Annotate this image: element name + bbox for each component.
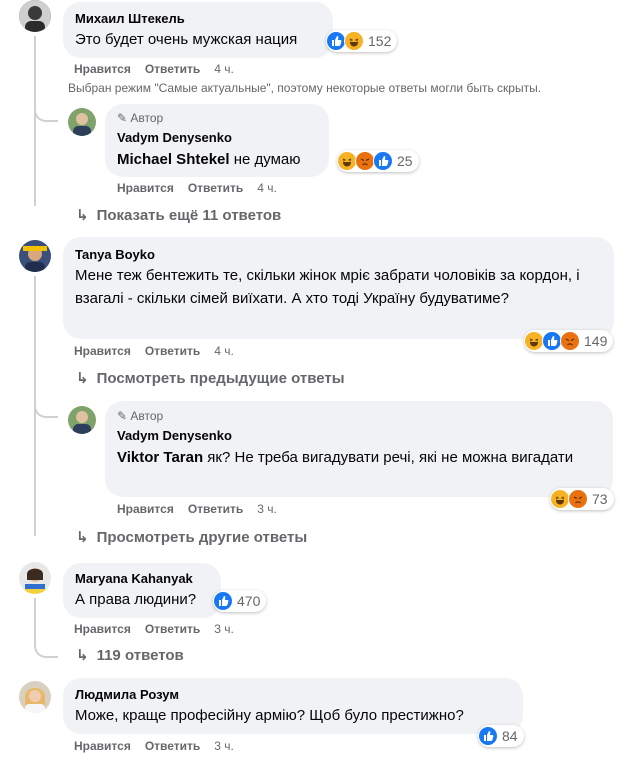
reactions-summary[interactable]: 149 [524, 330, 614, 352]
like-link[interactable]: Нравится [74, 739, 131, 753]
pencil-icon: ✎ [117, 111, 128, 125]
avatar[interactable] [19, 0, 51, 32]
comment-text: Може, краще професійну армію? Щоб було п… [75, 707, 464, 724]
mention-link[interactable]: Michael Shtekel [117, 151, 230, 168]
haha-icon [550, 489, 570, 509]
avatar[interactable] [19, 562, 51, 594]
angry-icon [568, 489, 588, 509]
like-link[interactable]: Нравится [74, 622, 131, 636]
reaction-count: 73 [592, 491, 608, 507]
like-link[interactable]: Нравится [117, 181, 174, 195]
like-icon [478, 726, 498, 746]
like-icon [373, 151, 393, 171]
timestamp[interactable]: 4 ч. [257, 181, 277, 195]
timestamp[interactable]: 4 ч. [214, 344, 234, 358]
comment-actions: Нравится Ответить 4 ч. [117, 181, 291, 195]
comment-author[interactable]: Vadym Denysenko [117, 130, 232, 145]
avatar[interactable] [68, 108, 96, 136]
reply-link[interactable]: Ответить [145, 62, 200, 76]
timestamp[interactable]: 4 ч. [214, 62, 234, 76]
thread-line [34, 36, 36, 206]
reactions-summary[interactable]: 84 [478, 725, 524, 747]
angry-icon [560, 331, 580, 351]
reaction-count: 470 [237, 593, 261, 609]
reaction-count: 149 [584, 333, 608, 349]
avatar[interactable] [68, 406, 96, 434]
mention-link[interactable]: Viktor Taran [117, 449, 203, 466]
comment-actions: Нравится Ответить 3 ч. [117, 502, 291, 516]
comment-actions: Нравится Ответить 4 ч. [74, 344, 248, 358]
like-icon [213, 591, 233, 611]
reply-link[interactable]: Ответить [145, 344, 200, 358]
reaction-count: 152 [368, 33, 392, 49]
reactions-summary[interactable]: 25 [337, 150, 419, 172]
pencil-icon: ✎ [117, 409, 128, 423]
haha-icon [524, 331, 544, 351]
sort-notice: Выбран режим "Самые актуальные", поэтому… [68, 81, 542, 95]
reaction-count: 25 [397, 153, 413, 169]
comment-text: Мене теж бентежить те, скільки жінок мрі… [75, 267, 580, 307]
thread-connector [34, 100, 58, 122]
comment-actions: Нравится Ответить 4 ч. [74, 62, 248, 76]
reply-link[interactable]: Ответить [188, 181, 243, 195]
author-badge: ✎ Автор [117, 111, 164, 125]
timestamp[interactable]: 3 ч. [214, 622, 234, 636]
thread-connector [34, 400, 58, 418]
comment-text: Michael Shtekel не думаю [117, 151, 301, 168]
comment-actions: Нравится Ответить 3 ч. [74, 739, 248, 753]
reply-arrow-icon: ↳ [76, 207, 89, 224]
like-icon [542, 331, 562, 351]
reaction-count: 84 [502, 728, 518, 744]
avatar[interactable] [19, 240, 51, 272]
haha-icon [337, 151, 357, 171]
avatar[interactable] [19, 681, 51, 713]
reply-link[interactable]: Ответить [145, 739, 200, 753]
like-icon [326, 31, 346, 51]
comment-author[interactable]: Людмила Розум [75, 687, 179, 702]
comment-text: Это будет очень мужская нация [75, 31, 298, 48]
haha-icon [344, 31, 364, 51]
reply-arrow-icon: ↳ [76, 370, 89, 387]
comment-text: Viktor Taran як? Не треба вигадувати реч… [117, 449, 574, 466]
reply-arrow-icon: ↳ [76, 647, 89, 664]
thread-connector [34, 636, 58, 658]
comment-author[interactable]: Михаил Штекель [75, 11, 185, 26]
show-more-replies[interactable]: ↳ Показать ещё 11 ответов [76, 206, 281, 224]
comment-text: А права людини? [75, 591, 197, 608]
reply-link[interactable]: Ответить [188, 502, 243, 516]
comment-author[interactable]: Maryana Kahanyak [75, 571, 193, 586]
like-link[interactable]: Нравится [117, 502, 174, 516]
timestamp[interactable]: 3 ч. [214, 739, 234, 753]
angry-icon [355, 151, 375, 171]
like-link[interactable]: Нравится [74, 344, 131, 358]
reply-link[interactable]: Ответить [145, 622, 200, 636]
reactions-summary[interactable]: 73 [550, 488, 614, 510]
comment-author[interactable]: Tanya Boyko [75, 247, 155, 262]
comment-author[interactable]: Vadym Denysenko [117, 428, 232, 443]
reactions-summary[interactable]: 152 [326, 30, 398, 52]
reply-arrow-icon: ↳ [76, 529, 89, 546]
timestamp[interactable]: 3 ч. [257, 502, 277, 516]
view-previous-replies[interactable]: ↳ Посмотреть предыдущие ответы [76, 369, 345, 387]
view-119-replies[interactable]: ↳ 119 ответов [76, 646, 184, 664]
reactions-summary[interactable]: 470 [213, 590, 267, 612]
like-link[interactable]: Нравится [74, 62, 131, 76]
author-badge: ✎ Автор [117, 409, 164, 423]
view-other-replies[interactable]: ↳ Просмотреть другие ответы [76, 528, 307, 546]
comment-actions: Нравится Ответить 3 ч. [74, 622, 248, 636]
